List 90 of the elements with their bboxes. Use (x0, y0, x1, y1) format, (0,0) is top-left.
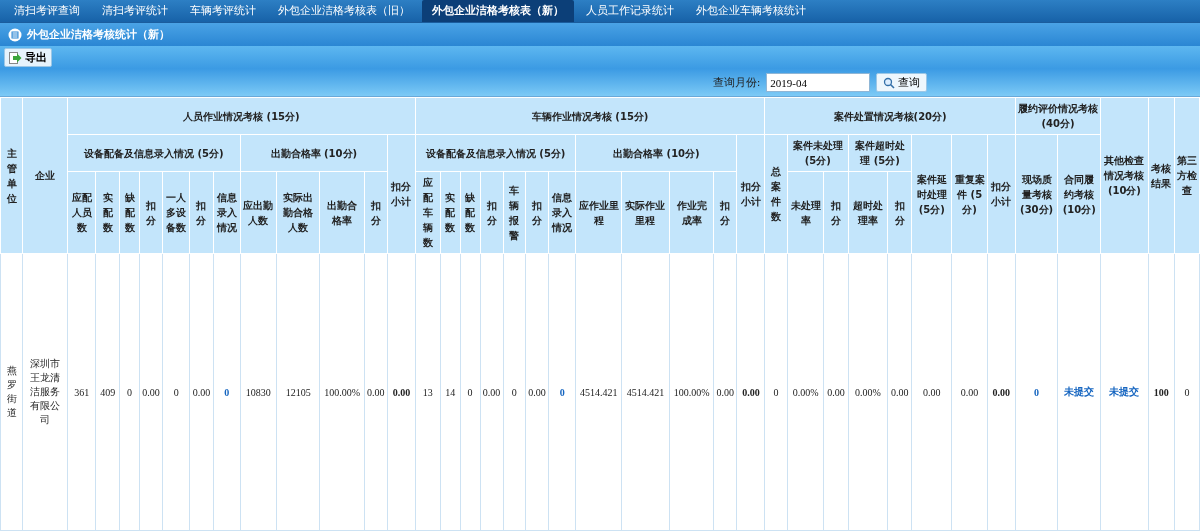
table-cell: 深圳市王龙清洁服务有限公司 (22, 253, 68, 531)
export-icon (9, 51, 22, 64)
link[interactable]: 未提交 (1057, 253, 1101, 531)
column-header: 企业 (22, 97, 68, 254)
column-header: 出勤合格率 (10分) (240, 134, 388, 172)
search-icon (883, 76, 896, 89)
column-header: 信息录入情况 (548, 171, 576, 254)
column-header: 应作业里程 (575, 171, 622, 254)
table-cell: 0.00 (911, 253, 952, 531)
table-cell: 0.00 (987, 253, 1016, 531)
column-header: 人员作业情况考核 (15分) (67, 97, 416, 135)
table-cell: 361 (67, 253, 96, 531)
table-cell: 0 (460, 253, 481, 531)
column-header: 未处理率 (787, 171, 824, 254)
table-cell: 14 (440, 253, 461, 531)
table-cell: 0.00% (848, 253, 888, 531)
column-header: 设备配备及信息录入情况 (5分) (415, 134, 576, 172)
table-cell: 0.00 (951, 253, 988, 531)
column-header: 信息录入情况 (213, 171, 241, 254)
column-header: 出勤合格率 (319, 171, 365, 254)
column-header: 应配人员数 (67, 171, 96, 254)
column-header: 履约评价情况考核 (40分) (1015, 97, 1101, 135)
table-cell: 0.00 (887, 253, 912, 531)
table-cell: 4514.421 (575, 253, 622, 531)
table-cell: 0 (764, 253, 788, 531)
nav-tab[interactable]: 清扫考评统计 (92, 0, 178, 22)
column-header: 扣分小计 (736, 134, 765, 254)
column-header: 扣分小计 (387, 134, 416, 254)
column-header: 扣分 (887, 171, 912, 254)
table-cell: 0.00 (387, 253, 416, 531)
table-cell: 100.00% (319, 253, 365, 531)
nav-tab[interactable]: 人员工作记录统计 (576, 0, 684, 22)
nav-tab[interactable]: 外包企业车辆考核统计 (686, 0, 816, 22)
link[interactable]: 0 (1015, 253, 1058, 531)
column-header: 超时处理率 (848, 171, 888, 254)
column-header: 合同履约考核 (10分) (1057, 134, 1101, 254)
table-cell: 0 (119, 253, 140, 531)
nav-tab[interactable]: 清扫考评查询 (4, 0, 90, 22)
table-cell: 0.00 (823, 253, 849, 531)
table-cell: 0 (503, 253, 526, 531)
table-cell: 10830 (240, 253, 277, 531)
table-cell: 409 (95, 253, 120, 531)
table-cell: 0.00 (713, 253, 737, 531)
nav-tab[interactable]: 外包企业洁格考核表（旧） (268, 0, 420, 22)
column-header: 案件处置情况考核(20分) (764, 97, 1016, 135)
link[interactable]: 未提交 (1100, 253, 1149, 531)
column-header: 车辆作业情况考核 (15分) (415, 97, 765, 135)
column-header: 案件延时处理 (5分) (911, 134, 952, 254)
search-button[interactable]: 查询 (876, 73, 928, 92)
column-header: 案件超时处理 (5分) (848, 134, 912, 172)
table-cell: 0.00 (736, 253, 765, 531)
list-icon (8, 27, 22, 42)
column-header: 其他检查情况考核 (10分) (1100, 97, 1149, 254)
export-button[interactable]: 导出 (4, 48, 52, 67)
table-cell: 0 (1174, 253, 1200, 531)
column-header: 案件未处理 (5分) (787, 134, 849, 172)
column-header: 实际作业里程 (621, 171, 670, 254)
table-cell: 0.00 (189, 253, 213, 531)
month-field[interactable]: 2019-04 (766, 73, 871, 92)
link[interactable]: 0 (548, 253, 576, 531)
column-header: 应出勤人数 (240, 171, 277, 254)
table-cell: 0.00 (525, 253, 549, 531)
month-label: 查询月份: (712, 75, 761, 90)
column-header: 扣分小计 (987, 134, 1016, 254)
table-cell: 4514.421 (621, 253, 670, 531)
link[interactable]: 0 (213, 253, 241, 531)
column-header: 主管单位 (0, 97, 23, 254)
table-cell: 0 (162, 253, 190, 531)
column-header: 作业完成率 (669, 171, 714, 254)
column-header: 现场质量考核 (30分) (1015, 134, 1058, 254)
table-cell: 13 (415, 253, 441, 531)
column-header: 一人多设备数 (162, 171, 190, 254)
nav-tab[interactable]: 车辆考评统计 (180, 0, 266, 22)
table-cell: 100 (1148, 253, 1175, 531)
table-cell: 0.00 (139, 253, 163, 531)
table-cell: 100.00% (669, 253, 714, 531)
column-header: 应配车辆数 (415, 171, 441, 254)
table-cell: 燕罗街道 (0, 253, 23, 531)
table-cell: 0.00 (480, 253, 504, 531)
table-cell: 12105 (276, 253, 320, 531)
column-header: 考核结果 (1148, 97, 1175, 254)
table-cell: 0.00% (787, 253, 824, 531)
column-header: 设备配备及信息录入情况 (5分) (67, 134, 241, 172)
panel-title: 外包企业洁格考核统计（新） (27, 27, 170, 42)
column-header: 出勤合格率 (10分) (575, 134, 737, 172)
column-header: 第三方检查 (1174, 97, 1200, 254)
column-header: 重复案件 (5分) (951, 134, 988, 254)
column-header: 实际出勤合格人数 (276, 171, 320, 254)
nav-tab[interactable]: 外包企业洁格考核表（新） (422, 0, 574, 22)
table-cell: 0.00 (364, 253, 388, 531)
